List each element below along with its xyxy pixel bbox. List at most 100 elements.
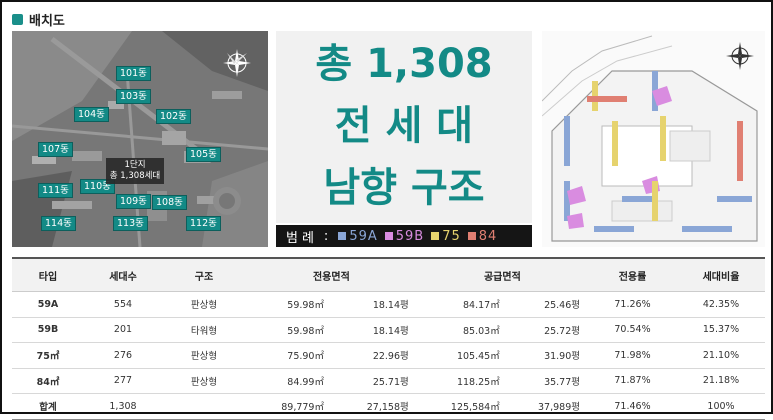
table-row: 59A 554 판상형 59.98㎡ 18.14평 84.17㎡ 25.46평 …: [12, 291, 765, 318]
cell-structure: 판상형: [162, 342, 246, 369]
col-exclusive-ratio: 전용률: [588, 257, 677, 292]
cell-exclusive-py: 18.14평: [331, 291, 417, 318]
cell-households: 201: [84, 317, 162, 343]
cell-structure: 타워형: [162, 317, 246, 343]
building-label-114: 114동: [41, 216, 76, 231]
cell-type: 59B: [12, 317, 84, 343]
complex-households: 총 1,308세대: [109, 171, 161, 181]
cell-supply-py: 25.46평: [507, 291, 588, 318]
building-label-103: 103동: [116, 89, 151, 104]
cell-exclusive-py: 18.14평: [331, 317, 417, 343]
cell-exclusive-m2: 59.98㎡: [246, 291, 332, 318]
unit-type-table: 타입 세대수 구조 전용면적 공급면적 전용률 세대비율 59A 554 판상형…: [12, 257, 765, 420]
legend-colon: :: [323, 228, 329, 244]
col-structure: 구조: [162, 257, 246, 292]
cell-households: 277: [84, 368, 162, 394]
compass-icon: [223, 49, 251, 77]
section-marker-icon: [12, 13, 23, 25]
legend-swatch: [467, 232, 476, 240]
cell-supply-py: 25.72평: [507, 317, 588, 343]
cell-ratio: 71.87%: [588, 368, 677, 394]
cell-structure: 판상형: [162, 291, 246, 318]
legend-swatch: [384, 232, 393, 240]
legend-label: 59A: [349, 228, 378, 244]
building-label-107: 107동: [38, 142, 73, 157]
cell-supply-py: 31.90평: [507, 342, 588, 369]
legend-item-75: 75: [431, 229, 461, 244]
cell-households: 554: [84, 291, 162, 318]
building-label-109: 109동: [116, 194, 151, 209]
site-plan-drawing: [542, 31, 765, 247]
cell-share: 21.18%: [677, 368, 765, 394]
legend-title: 범례: [286, 230, 318, 246]
legend-swatch: [431, 232, 440, 240]
cell-supply-m2: 105.45㎡: [416, 342, 508, 369]
cell-type: 84㎡: [12, 368, 84, 394]
headline-panel: 총 1,308 전 세 대 남향 구조: [276, 31, 532, 223]
col-exclusive-area: 전용면적: [246, 257, 417, 292]
building-label-104: 104동: [74, 107, 109, 122]
cell-exclusive-py: 27,158평: [331, 393, 417, 420]
headline-total: 총 1,308: [315, 41, 493, 87]
legend-bar: 범례 : 59A 59B 75 84: [276, 225, 532, 247]
complex-info-box: 1단지 총 1,308세대: [106, 158, 164, 184]
cell-exclusive-py: 22.96평: [331, 342, 417, 369]
table-total-row: 합계 1,308 89,779㎡ 27,158평 125,584㎡ 37,989…: [12, 393, 765, 420]
cell-share: 21.10%: [677, 342, 765, 369]
cell-supply-py: 37,989평: [507, 393, 588, 420]
legend-item-59a: 59A: [338, 229, 377, 244]
cell-share: 42.35%: [677, 291, 765, 318]
cell-type: 59A: [12, 291, 84, 318]
cell-exclusive-py: 25.71평: [331, 368, 417, 394]
table-row: 84㎡ 277 판상형 84.99㎡ 25.71평 118.25㎡ 35.77평…: [12, 368, 765, 394]
building-label-112: 112동: [186, 216, 221, 231]
cell-supply-m2: 85.03㎡: [416, 317, 508, 343]
cell-supply-py: 35.77평: [507, 368, 588, 394]
building-label-108: 108동: [152, 195, 187, 210]
legend-item-84: 84: [467, 228, 498, 244]
cell-structure: [162, 393, 246, 420]
cell-share: 15.37%: [677, 317, 765, 343]
headline-all-units: 전 세 대: [334, 103, 474, 149]
headline-south-facing: 남향 구조: [323, 165, 485, 211]
cell-type: 75㎡: [12, 342, 84, 369]
table-row: 75㎡ 276 판상형 75.90㎡ 22.96평 105.45㎡ 31.90평…: [12, 342, 765, 369]
aerial-site-map: 101동 103동 102동 104동 105동 107동 111동 110동 …: [12, 31, 268, 247]
building-label-102: 102동: [156, 109, 191, 124]
cell-exclusive-m2: 75.90㎡: [246, 342, 332, 369]
cell-supply-m2: 118.25㎡: [416, 368, 508, 394]
section-title: 배치도: [29, 13, 65, 29]
col-household-share: 세대비율: [677, 257, 765, 292]
cell-ratio: 71.46%: [588, 393, 677, 420]
col-type: 타입: [12, 257, 84, 292]
cell-households: 1,308: [84, 393, 162, 420]
legend-label: 59B: [395, 228, 425, 244]
cell-supply-m2: 125,584㎡: [416, 393, 508, 420]
cell-ratio: 71.98%: [588, 342, 677, 369]
col-households: 세대수: [84, 257, 162, 292]
cell-ratio: 71.26%: [588, 291, 677, 318]
legend-item-59b: 59B: [384, 228, 425, 244]
legend-label: 84: [478, 228, 498, 244]
legend-label: 75: [442, 228, 461, 244]
section-header: 배치도: [12, 9, 65, 29]
site-plan-image: [542, 31, 765, 247]
cell-structure: 판상형: [162, 368, 246, 394]
cell-type: 합계: [12, 393, 84, 420]
col-supply-area: 공급면적: [416, 257, 588, 292]
building-label-105: 105동: [186, 147, 221, 162]
cell-ratio: 70.54%: [588, 317, 677, 343]
table-header-row: 타입 세대수 구조 전용면적 공급면적 전용률 세대비율: [12, 257, 765, 292]
building-label-111: 111동: [38, 183, 73, 198]
page-frame: 배치도 101동 103동 102동 104동 105동 107동 111동 1…: [0, 0, 773, 420]
legend-swatch: [338, 232, 347, 240]
cell-share: 100%: [677, 393, 765, 420]
cell-households: 276: [84, 342, 162, 369]
cell-exclusive-m2: 89,779㎡: [246, 393, 332, 420]
cell-exclusive-m2: 59.98㎡: [246, 317, 332, 343]
building-label-101: 101동: [116, 66, 151, 81]
complex-title: 1단지: [124, 160, 146, 170]
cell-exclusive-m2: 84.99㎡: [246, 368, 332, 394]
cell-supply-m2: 84.17㎡: [416, 291, 508, 318]
table-row: 59B 201 타워형 59.98㎡ 18.14평 85.03㎡ 25.72평 …: [12, 317, 765, 343]
